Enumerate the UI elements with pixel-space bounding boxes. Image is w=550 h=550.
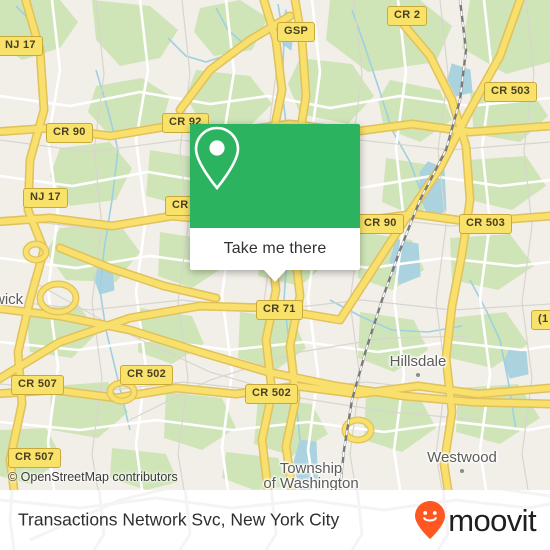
- moovit-logo[interactable]: moovit: [415, 501, 537, 539]
- road-shield: CR 503: [484, 82, 538, 102]
- take-me-there-label: Take me there: [223, 240, 327, 257]
- footer-bar: Transactions Network Svc, New York City …: [0, 490, 550, 550]
- road-shield: CR 2: [387, 6, 428, 26]
- road-shield: NJ 17: [23, 188, 68, 208]
- place-label: Township of Washington: [263, 461, 358, 490]
- road-shield: CR 507: [11, 375, 65, 395]
- road-shield: CR 90: [46, 123, 93, 143]
- map-share-card: NJ 17 GSP CR 2 CR 503 CR 90 CR 92 NJ 17 CR 71 CR…: [0, 0, 550, 550]
- map-pin-icon: [194, 126, 240, 191]
- place-label-line: of Washington: [263, 475, 359, 490]
- popup-footer[interactable]: Take me there: [190, 228, 360, 282]
- road-shield: NJ 17: [0, 36, 43, 56]
- location-title: Transactions Network Svc, New York City: [18, 509, 340, 530]
- place-label: Hillsdale: [389, 353, 447, 370]
- popup-tail: [264, 270, 286, 282]
- popup-header: [190, 124, 360, 228]
- road-shield: CR 71: [256, 300, 303, 320]
- road-shield: CR 503: [459, 214, 513, 234]
- road-shield: CR 90: [357, 214, 404, 234]
- map-canvas[interactable]: NJ 17 GSP CR 2 CR 503 CR 90 CR 92 NJ 17 CR 71 CR…: [0, 0, 550, 490]
- road-shield: (1: [531, 310, 550, 330]
- road-shield: CR 507: [8, 448, 62, 468]
- place-label: Westwood: [427, 449, 497, 466]
- moovit-wordmark: moovit: [448, 502, 536, 538]
- moovit-smiley-pin-logo: [415, 501, 446, 539]
- place-dot: [460, 469, 464, 473]
- place-dot: [416, 373, 420, 377]
- road-shield: CR 502: [120, 365, 174, 385]
- place-label: wick: [0, 291, 24, 308]
- road-shield: GSP: [277, 22, 316, 42]
- map-attribution[interactable]: © OpenStreetMap contributors: [8, 470, 178, 484]
- location-popup-card[interactable]: Take me there: [190, 124, 360, 282]
- road-shield: CR 502: [245, 384, 299, 404]
- place-label-line: Township: [279, 460, 343, 477]
